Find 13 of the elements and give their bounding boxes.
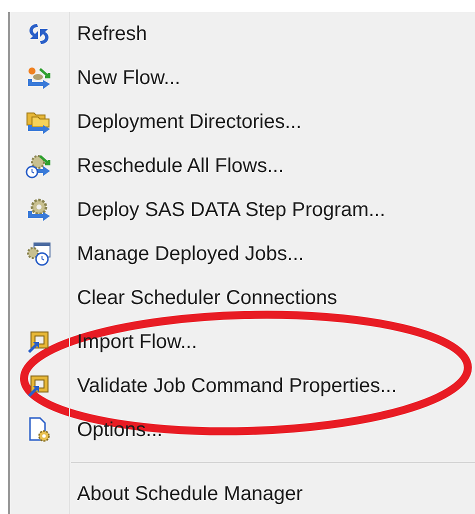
clock-gear-icon — [25, 153, 53, 179]
menu-item[interactable]: Deployment Directories... — [10, 100, 475, 144]
sparkle-arrow-icon — [25, 65, 53, 91]
menu-item[interactable]: Deploy SAS DATA Step Program... — [10, 188, 475, 232]
menu-item[interactable]: Refresh — [10, 12, 475, 56]
window-clock-icon — [25, 241, 53, 267]
menu-item[interactable]: Clear Scheduler Connections — [10, 276, 475, 320]
menu-item[interactable]: Import Flow... — [10, 320, 475, 364]
menu-item[interactable]: New Flow... — [10, 56, 475, 100]
menu-item[interactable]: About Schedule Manager — [10, 472, 475, 514]
menu-item[interactable]: Reschedule All Flows... — [10, 144, 475, 188]
menu-item[interactable]: Manage Deployed Jobs... — [10, 232, 475, 276]
menu-item[interactable]: Validate Job Command Properties... — [10, 364, 475, 408]
